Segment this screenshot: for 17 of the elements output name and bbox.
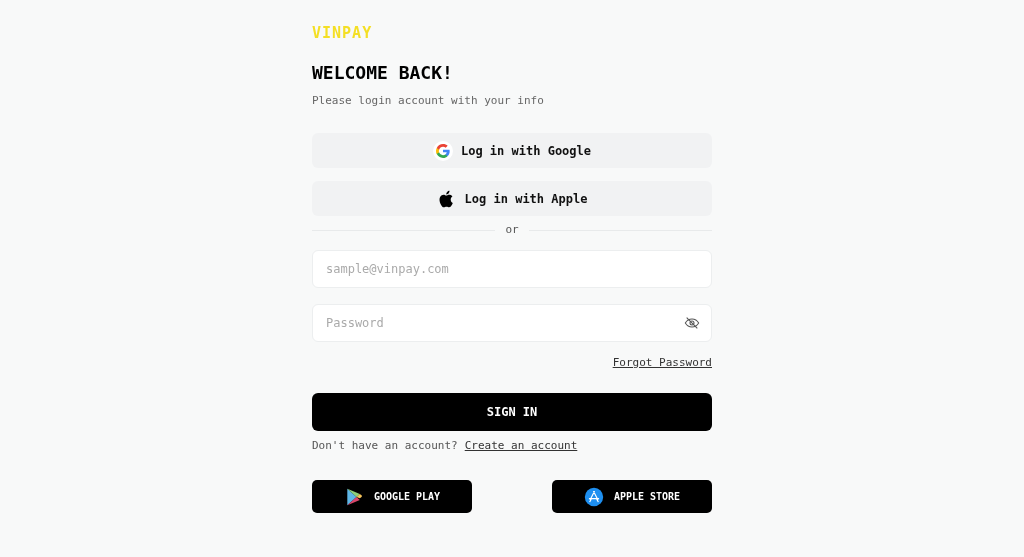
subtitle-text: Please login account with your info <box>312 94 544 108</box>
apple-store-button[interactable]: APPLE STORE <box>552 480 712 513</box>
divider-text: or <box>505 223 519 237</box>
google-login-button[interactable]: Log in with Google <box>312 133 712 168</box>
app-store-icon <box>583 486 604 507</box>
sign-in-button[interactable]: SIGN IN <box>312 393 712 431</box>
hide-password-icon[interactable] <box>684 315 700 331</box>
apple-login-button[interactable]: Log in with Apple <box>312 181 712 216</box>
google-play-button[interactable]: GOOGLE PLAY <box>312 480 472 513</box>
signup-prompt: Don't have an account? <box>312 439 458 453</box>
forgot-password-link[interactable]: Forgot Password <box>612 356 712 370</box>
vinpay-logo: VINPAY <box>312 24 373 42</box>
email-field[interactable]: sample@vinpay.com <box>312 250 712 288</box>
google-logo-icon <box>432 140 453 161</box>
page-title: WELCOME BACK! <box>312 62 453 84</box>
create-account-link[interactable]: Create an account <box>464 439 578 453</box>
password-field[interactable]: Password <box>312 304 712 342</box>
